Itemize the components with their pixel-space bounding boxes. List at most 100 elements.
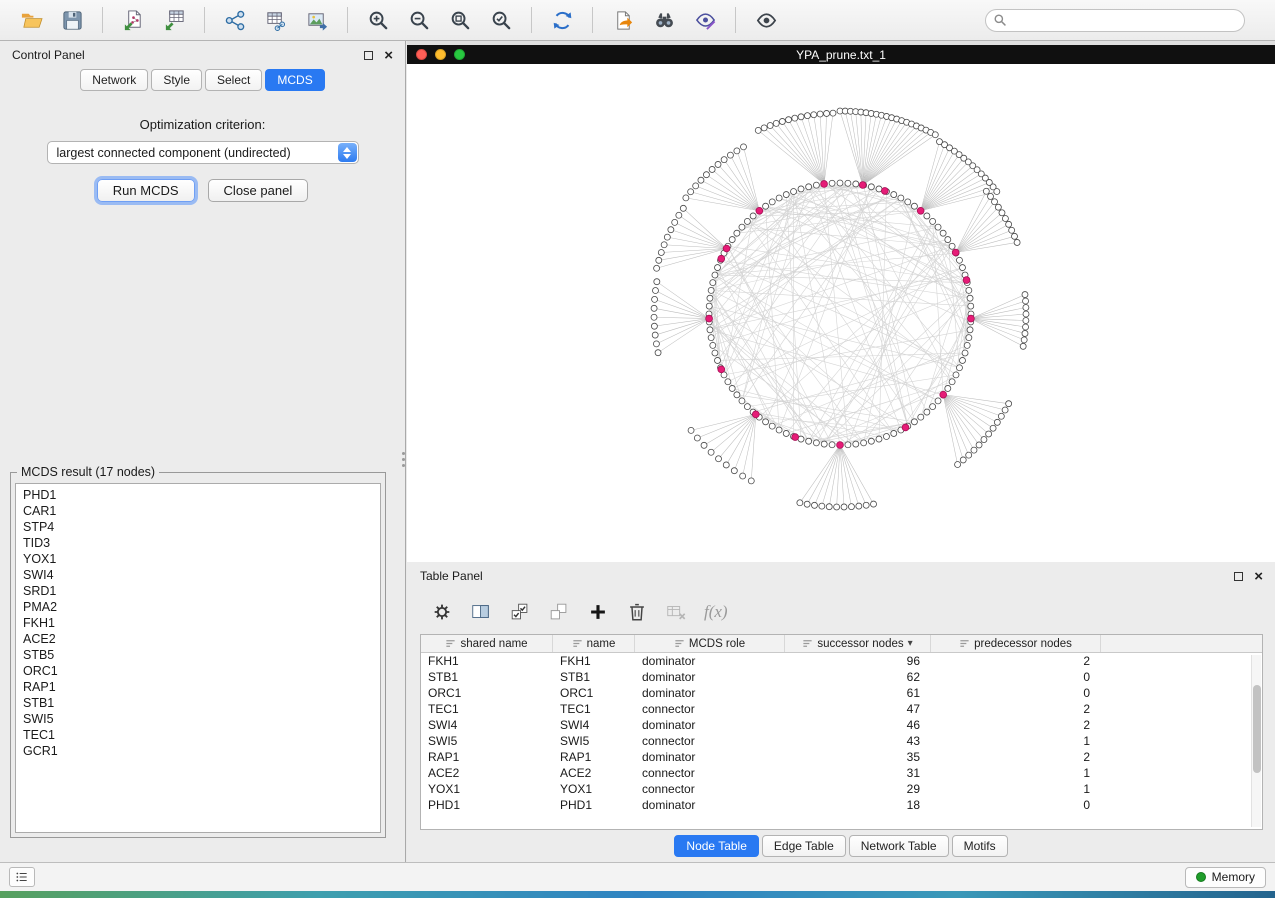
table-cell: dominator: [635, 670, 785, 684]
table-row[interactable]: SWI5SWI5connector431: [421, 733, 1262, 749]
window-traffic-lights: [416, 49, 465, 60]
column-header-name[interactable]: name: [553, 635, 635, 652]
optimization-criterion-label: Optimization criterion:: [0, 117, 405, 132]
table-cell: dominator: [635, 686, 785, 700]
network-canvas[interactable]: [407, 64, 1275, 562]
run-mcds-button[interactable]: Run MCDS: [97, 179, 195, 202]
toggle-graphics-details-button[interactable]: [688, 5, 722, 35]
maximize-window-button[interactable]: [454, 49, 465, 60]
tab-mcds[interactable]: MCDS: [265, 69, 324, 91]
zoom-out-button[interactable]: [402, 5, 436, 35]
mcds-result-item[interactable]: ORC1: [23, 663, 380, 679]
mcds-result-item[interactable]: ACE2: [23, 631, 380, 647]
mcds-result-item[interactable]: STB1: [23, 695, 380, 711]
table-cell: 0: [931, 798, 1101, 812]
table-cell: STB1: [421, 670, 553, 684]
tab-node-table[interactable]: Node Table: [674, 835, 759, 857]
close-panel-icon-button[interactable]: ×: [384, 50, 393, 61]
mcds-result-list[interactable]: PHD1CAR1STP4TID3YOX1SWI4SRD1PMA2FKH1ACE2…: [15, 483, 381, 833]
mcds-result-item[interactable]: STB5: [23, 647, 380, 663]
close-window-button[interactable]: [416, 49, 427, 60]
mcds-result-item[interactable]: FKH1: [23, 615, 380, 631]
dropdown-stepper-icon: [338, 143, 357, 162]
table-row[interactable]: TEC1TEC1connector472: [421, 701, 1262, 717]
share-document-icon: [612, 9, 635, 32]
mcds-result-item[interactable]: GCR1: [23, 743, 380, 759]
zoom-selected-button[interactable]: [484, 5, 518, 35]
close-table-panel-button[interactable]: ×: [1254, 571, 1263, 582]
export-table-button[interactable]: [259, 5, 293, 35]
function-builder-button[interactable]: f(x): [704, 602, 728, 622]
new-network-button[interactable]: [218, 5, 252, 35]
zoom-in-button[interactable]: [361, 5, 395, 35]
tab-network-table[interactable]: Network Table: [849, 835, 949, 857]
deselect-all-icon[interactable]: [548, 601, 570, 623]
mcds-result-item[interactable]: TEC1: [23, 727, 380, 743]
show-columns-icon[interactable]: [470, 601, 492, 623]
table-row[interactable]: FKH1FKH1dominator962: [421, 653, 1262, 669]
float-table-panel-button[interactable]: [1234, 572, 1243, 581]
mcds-result-item[interactable]: SWI5: [23, 711, 380, 727]
tab-edge-table[interactable]: Edge Table: [762, 835, 846, 857]
table-cell: SWI4: [421, 718, 553, 732]
table-scrollbar[interactable]: [1251, 655, 1261, 827]
table-row[interactable]: RAP1RAP1dominator352: [421, 749, 1262, 765]
import-network-button[interactable]: [116, 5, 150, 35]
mcds-result-item[interactable]: CAR1: [23, 503, 380, 519]
memory-button[interactable]: Memory: [1185, 867, 1266, 888]
tab-select[interactable]: Select: [205, 69, 262, 91]
column-header-predecessor-nodes[interactable]: predecessor nodes: [931, 635, 1101, 652]
mcds-result-item[interactable]: RAP1: [23, 679, 380, 695]
close-panel-button[interactable]: Close panel: [208, 179, 309, 202]
save-session-button[interactable]: [55, 5, 89, 35]
trash-icon[interactable]: [626, 601, 648, 623]
search-input[interactable]: [985, 9, 1245, 32]
tab-network[interactable]: Network: [80, 69, 148, 91]
table-row[interactable]: ORC1ORC1dominator610: [421, 685, 1262, 701]
mcds-result-item[interactable]: SRD1: [23, 583, 380, 599]
table-row[interactable]: SWI4SWI4dominator462: [421, 717, 1262, 733]
table-row[interactable]: YOX1YOX1connector291: [421, 781, 1262, 797]
mcds-result-item[interactable]: STP4: [23, 519, 380, 535]
import-table-button[interactable]: [157, 5, 191, 35]
column-label: predecessor nodes: [974, 638, 1072, 650]
table-cell: connector: [635, 734, 785, 748]
column-header-mcds-role[interactable]: MCDS role: [635, 635, 785, 652]
gear-icon[interactable]: [431, 601, 453, 623]
zoom-fit-button[interactable]: [443, 5, 477, 35]
table-cell: 35: [785, 750, 931, 764]
add-icon[interactable]: [587, 601, 609, 623]
scrollbar-thumb[interactable]: [1253, 685, 1261, 773]
column-label: successor nodes: [817, 638, 903, 650]
table-row[interactable]: ACE2ACE2connector311: [421, 765, 1262, 781]
mcds-result-item[interactable]: PHD1: [23, 487, 380, 503]
network-titlebar[interactable]: YPA_prune.txt_1: [407, 45, 1275, 64]
show-panels-button[interactable]: [9, 867, 35, 887]
show-hide-button[interactable]: [749, 5, 783, 35]
sort-icon: [445, 638, 456, 649]
panel-splitter-handle[interactable]: [401, 452, 405, 474]
export-image-button[interactable]: [300, 5, 334, 35]
column-header-successor-nodes[interactable]: successor nodes ▾: [785, 635, 931, 652]
search-network-button[interactable]: [647, 5, 681, 35]
mcds-result-item[interactable]: PMA2: [23, 599, 380, 615]
share-document-button[interactable]: [606, 5, 640, 35]
float-panel-button[interactable]: [364, 51, 373, 60]
tab-motifs[interactable]: Motifs: [952, 835, 1008, 857]
column-label: MCDS role: [689, 638, 745, 650]
select-all-icon[interactable]: [509, 601, 531, 623]
table-cell: ACE2: [421, 766, 553, 780]
mcds-result-item[interactable]: TID3: [23, 535, 380, 551]
toggle-details-icon: [694, 9, 717, 32]
column-header-shared-name[interactable]: shared name: [421, 635, 553, 652]
mcds-result-item[interactable]: SWI4: [23, 567, 380, 583]
open-session-button[interactable]: [14, 5, 48, 35]
table-row[interactable]: PHD1PHD1dominator180: [421, 797, 1262, 813]
mcds-result-item[interactable]: YOX1: [23, 551, 380, 567]
table-cell: 46: [785, 718, 931, 732]
table-row[interactable]: STB1STB1dominator620: [421, 669, 1262, 685]
optimization-criterion-dropdown[interactable]: largest connected component (undirected): [47, 141, 359, 164]
refresh-button[interactable]: [545, 5, 579, 35]
tab-style[interactable]: Style: [151, 69, 202, 91]
minimize-window-button[interactable]: [435, 49, 446, 60]
